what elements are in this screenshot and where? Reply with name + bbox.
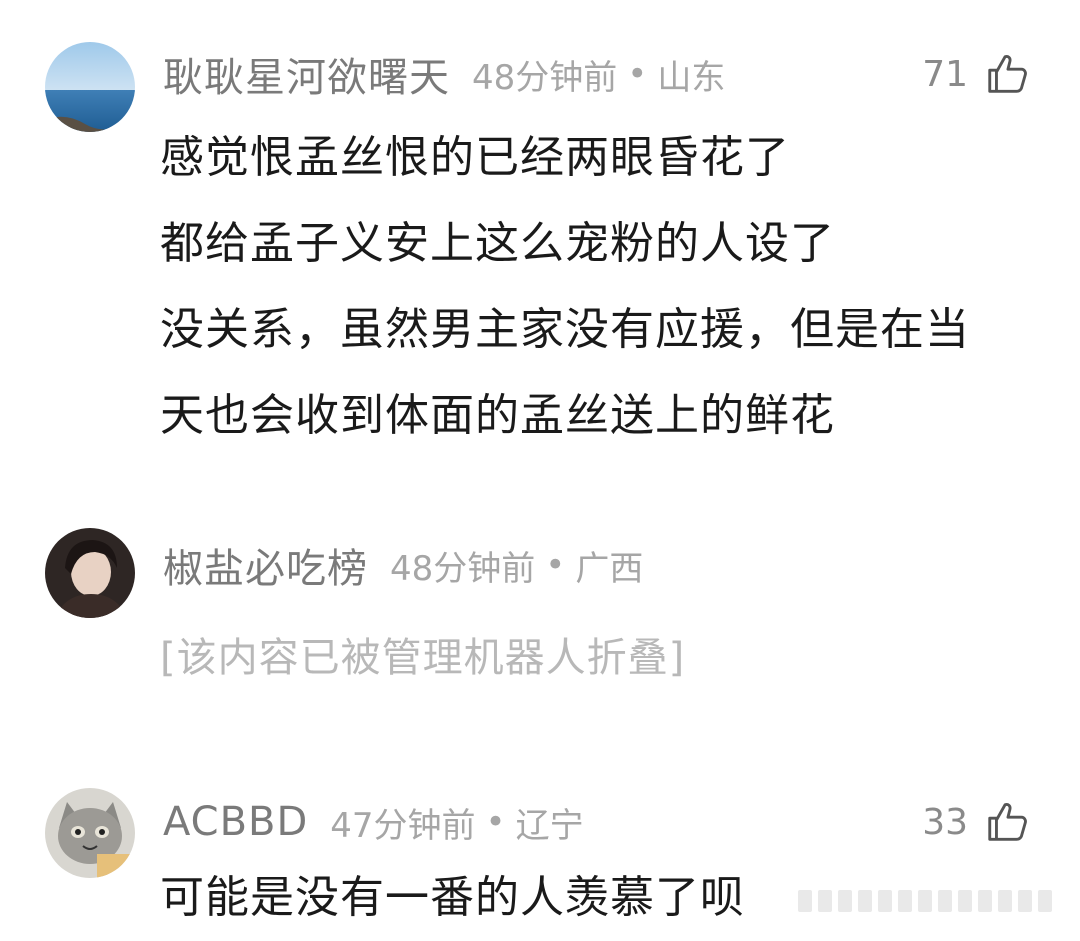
comment-line: 天也会收到体面的孟丝送上的鲜花 bbox=[160, 390, 835, 441]
watermark-graphic bbox=[798, 890, 1052, 912]
comment-line: 没关系，虽然男主家没有应援，但是在当 bbox=[160, 304, 970, 355]
comment-time: 48分钟前 bbox=[390, 548, 536, 589]
comment-time: 48分钟前 bbox=[472, 57, 618, 98]
comment-meta: 耿耿星河欲曙天 48分钟前 • 山东 bbox=[163, 44, 725, 104]
like-button[interactable]: 71 bbox=[922, 44, 1030, 104]
comment-meta: 椒盐必吃榜 48分钟前 • 广西 bbox=[163, 535, 643, 595]
comment-time: 47分钟前 bbox=[330, 805, 476, 846]
cat-avatar-icon bbox=[45, 788, 135, 878]
comment-region: 辽宁 bbox=[515, 805, 584, 846]
username[interactable]: 椒盐必吃榜 bbox=[163, 536, 368, 594]
person-portrait-avatar-icon bbox=[45, 528, 135, 618]
folded-notice[interactable]: [该内容已被管理机器人折叠] bbox=[160, 625, 1040, 683]
separator-dot: • bbox=[545, 545, 566, 585]
like-count: 71 bbox=[922, 53, 968, 95]
username[interactable]: 耿耿星河欲曙天 bbox=[163, 45, 450, 103]
comment-line: 感觉恨孟丝恨的已经两眼昏花了 bbox=[160, 132, 790, 183]
user-avatar[interactable] bbox=[45, 42, 135, 132]
comment-region: 广西 bbox=[575, 548, 644, 589]
like-button[interactable]: 33 bbox=[922, 792, 1030, 852]
separator-dot: • bbox=[485, 802, 506, 842]
user-avatar[interactable] bbox=[45, 528, 135, 618]
like-count: 33 bbox=[922, 801, 968, 843]
sea-horizon-avatar-icon bbox=[45, 42, 135, 132]
username[interactable]: ACBBD bbox=[163, 799, 308, 845]
comment-region: 山东 bbox=[657, 57, 726, 98]
separator-dot: • bbox=[627, 54, 648, 94]
comment-item: 耿耿星河欲曙天 48分钟前 • 山东 71 感觉恨孟丝恨的已经两眼昏花了 都给孟… bbox=[0, 0, 1080, 470]
user-avatar[interactable] bbox=[45, 788, 135, 878]
comment-line: 都给孟子义安上这么宠粉的人设了 bbox=[160, 218, 835, 269]
comment-body: [该内容已被管理机器人折叠] bbox=[160, 625, 1040, 683]
comment-body: 感觉恨孟丝恨的已经两眼昏花了 都给孟子义安上这么宠粉的人设了 没关系，虽然男主家… bbox=[160, 115, 1040, 459]
comment-meta: ACBBD 47分钟前 • 辽宁 bbox=[163, 792, 584, 852]
thumbs-up-icon[interactable] bbox=[984, 51, 1030, 97]
thumbs-up-icon[interactable] bbox=[984, 799, 1030, 845]
